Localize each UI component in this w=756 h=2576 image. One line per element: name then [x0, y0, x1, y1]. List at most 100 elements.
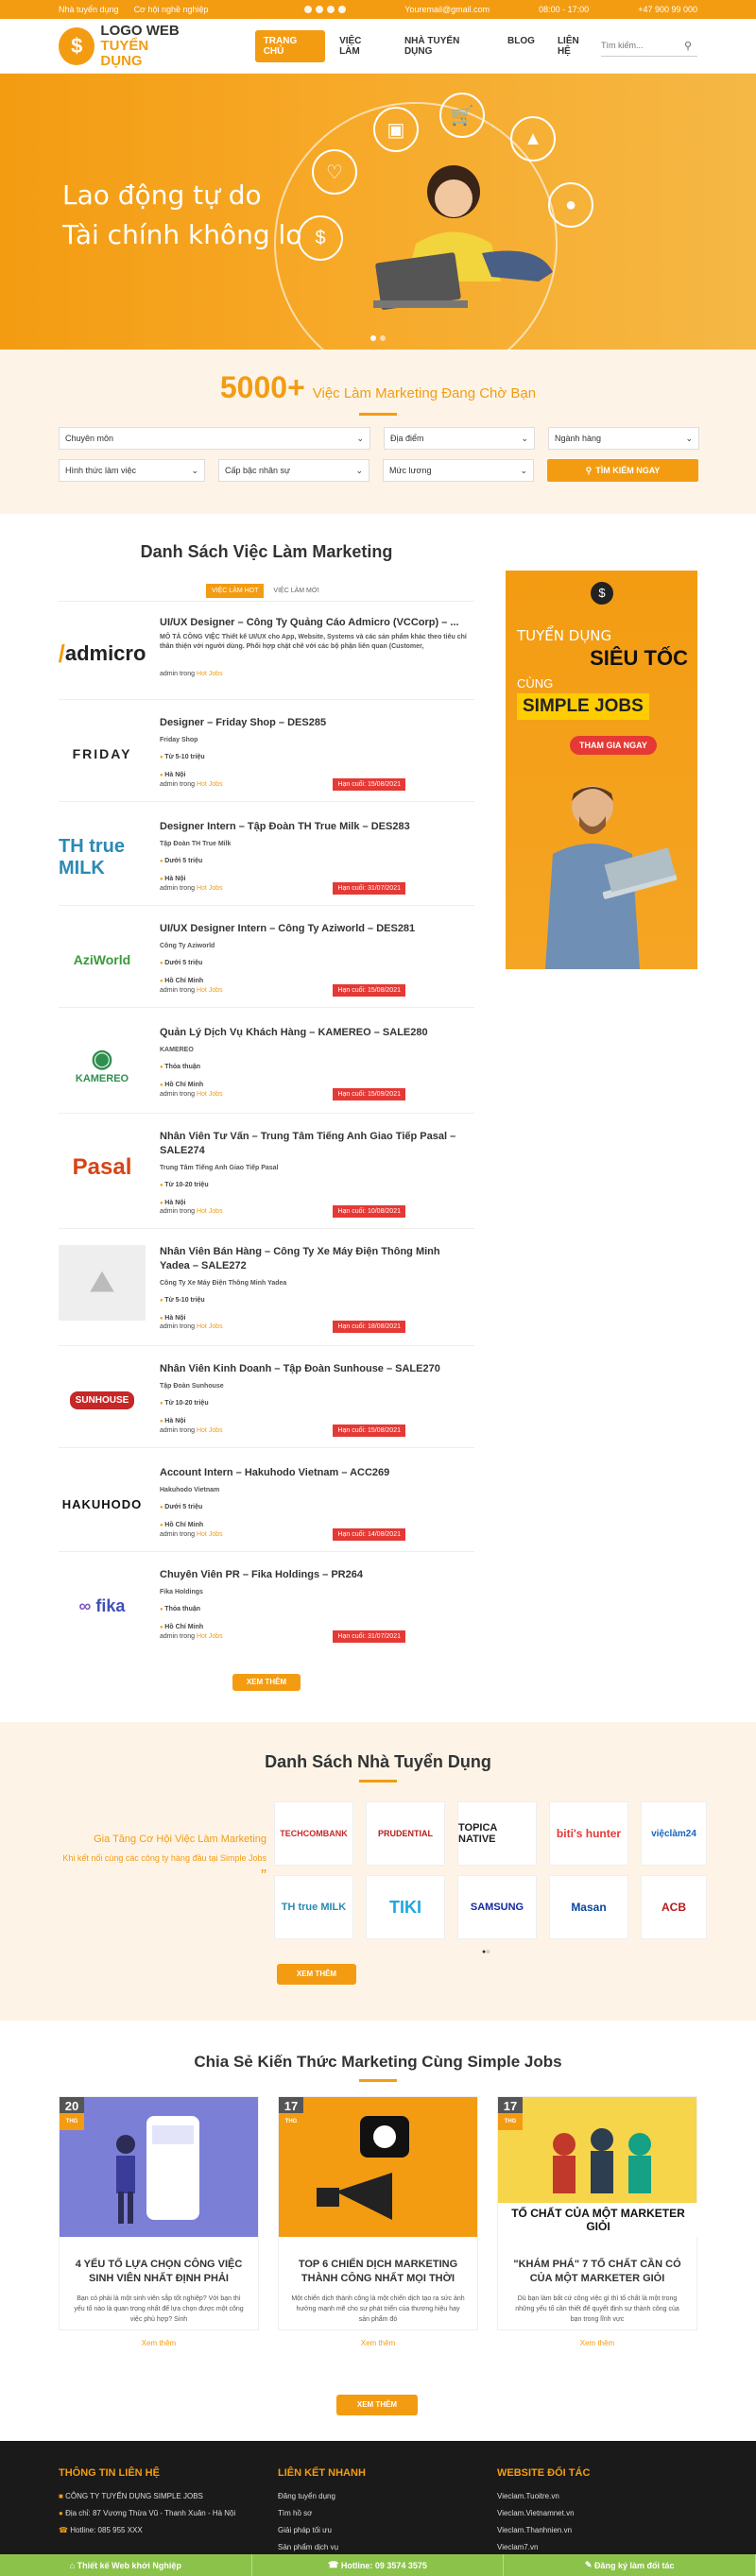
industry-select[interactable]: Ngành hàng ⌄	[548, 427, 699, 450]
job-title[interactable]: Nhân Viên Kinh Doanh – Tập Đoàn Sunhouse…	[160, 1362, 472, 1376]
twitter-icon[interactable]	[327, 6, 335, 13]
employer-logo[interactable]: biti's hunter	[549, 1801, 628, 1866]
employer-logo[interactable]: PRUDENTIAL	[366, 1801, 445, 1866]
read-more-link[interactable]: Xem thêm	[60, 2339, 258, 2347]
nav-contact[interactable]: LIÊN HỆ	[549, 30, 601, 62]
post-title[interactable]: 4 YẾU TỐ LỰA CHỌN CÔNG VIỆC SINH VIÊN NH…	[60, 2237, 258, 2286]
chevron-down-icon: ⌄	[685, 433, 693, 443]
phone-illustration	[116, 2116, 199, 2224]
job-category-link[interactable]: Hot Jobs	[197, 1323, 223, 1330]
footer-link[interactable]: Đăng tuyển dụng	[278, 2492, 476, 2500]
job-title[interactable]: Designer Intern – Tập Đoàn TH True Milk …	[160, 820, 472, 834]
job-item[interactable]: SUNHOUSE Nhân Viên Kinh Doanh – Tập Đoàn…	[59, 1362, 474, 1457]
youtube-icon[interactable]	[338, 6, 347, 13]
employer-logo[interactable]: ACB	[641, 1875, 707, 1939]
job-item[interactable]: HAKUHODO Account Intern – Hakuhodo Vietn…	[59, 1466, 474, 1561]
chevron-down-icon: ⌄	[356, 433, 364, 443]
job-category-link[interactable]: Hot Jobs	[197, 1427, 223, 1434]
employer-logo[interactable]: việclàm24	[641, 1801, 707, 1866]
tab-hot-jobs[interactable]: VIỆC LÀM HOT	[206, 584, 265, 598]
employers-more-button[interactable]: XEM THÊM	[277, 1964, 356, 1985]
web-design-link[interactable]: ⌂ Thiết kế Web khởi Nghiệp	[0, 2554, 252, 2576]
blog-more-button[interactable]: XEM THÊM	[336, 2395, 418, 2415]
employer-logo[interactable]: TH true MILK	[274, 1875, 353, 1939]
footer-link[interactable]: Vieclam.Vietnamnet.vn	[497, 2509, 696, 2517]
job-category-link[interactable]: Hot Jobs	[197, 885, 223, 892]
blog-post-card[interactable]: 17 THG TOP 6 CHIẾN DỊCH MARKETING THÀNH C…	[278, 2096, 478, 2347]
nav-employers[interactable]: NHÀ TUYỂN DỤNG	[396, 30, 493, 62]
nav-blog[interactable]: BLOG	[499, 30, 543, 62]
job-item[interactable]: FRIDAY Designer – Friday Shop – DES285 F…	[59, 716, 474, 810]
location-select[interactable]: Địa điểm ⌄	[384, 427, 535, 450]
topbar-employer-link[interactable]: Nhà tuyển dụng	[59, 5, 119, 14]
recruitment-ad-banner[interactable]: $ TUYỂN DỤNG SIÊU TỐC CÙNG SIMPLE JOBS T…	[506, 571, 697, 969]
search-icon[interactable]: ⚲	[684, 40, 692, 52]
employers-section: Danh Sách Nhà Tuyển Dụng Gia Tăng Cơ Hội…	[0, 1722, 756, 2021]
employer-logo[interactable]: TIKI	[366, 1875, 445, 1939]
facebook-icon[interactable]	[304, 6, 313, 13]
slider-dot[interactable]	[370, 335, 376, 341]
job-title[interactable]: Chuyên Viên PR – Fika Holdings – PR264	[160, 1568, 472, 1582]
carousel-dots[interactable]: ●○	[482, 1949, 490, 1955]
job-item[interactable]: ◉ KAMEREO Quản Lý Dịch Vụ Khách Hàng – KA…	[59, 1026, 474, 1120]
post-title[interactable]: TOP 6 CHIẾN DỊCH MARKETING THÀNH CÔNG NH…	[279, 2237, 477, 2286]
logo-line2: TUYỂN DỤNG	[100, 37, 149, 69]
hero-heading: Lao động tự do Tài chính không lo	[62, 176, 301, 255]
ad-cta-button[interactable]: THAM GIA NGAY	[570, 736, 657, 755]
employer-logo[interactable]: TOPICA NATIVE	[457, 1801, 537, 1866]
topbar-career-link[interactable]: Cơ hội nghề nghiệp	[134, 5, 209, 14]
hotline-link[interactable]: ☎ Hotline: 09 3574 3575	[252, 2554, 505, 2576]
salary-select[interactable]: Mức lương ⌄	[383, 459, 534, 482]
divider	[59, 1113, 474, 1114]
job-title[interactable]: Quản Lý Dịch Vụ Khách Hàng – KAMEREO – S…	[160, 1026, 472, 1040]
read-more-link[interactable]: Xem thêm	[279, 2339, 477, 2347]
level-select[interactable]: Cấp bậc nhân sự ⌄	[218, 459, 369, 482]
read-more-link[interactable]: Xem thêm	[498, 2339, 696, 2347]
job-item[interactable]: Pasal Nhân Viên Tư Vấn – Trung Tâm Tiếng…	[59, 1130, 474, 1224]
job-title[interactable]: Account Intern – Hakuhodo Vietnam – ACC2…	[160, 1466, 472, 1480]
instagram-icon[interactable]	[316, 6, 324, 13]
slider-dot[interactable]	[380, 335, 386, 341]
footer-link[interactable]: Giải pháp tối ưu	[278, 2526, 476, 2534]
employer-logo[interactable]: SAMSUNG	[457, 1875, 537, 1939]
job-title[interactable]: Designer – Friday Shop – DES285	[160, 716, 472, 730]
job-category-link[interactable]: Hot Jobs	[197, 1633, 223, 1640]
job-item[interactable]: TH true MILK Designer Intern – Tập Đoàn …	[59, 820, 474, 914]
footer-link[interactable]: Vieclam7.vn	[497, 2543, 696, 2551]
partner-signup-link[interactable]: ✎ Đăng ký làm đối tác	[504, 2554, 756, 2576]
nav-jobs[interactable]: VIỆC LÀM	[331, 30, 390, 62]
employer-logo[interactable]: Masan	[549, 1875, 628, 1939]
job-item[interactable]: ∞ fika Chuyên Viên PR – Fika Holdings – …	[59, 1568, 474, 1663]
job-item[interactable]: ⛰ Nhân Viên Bán Hàng – Công Ty Xe Máy Đi…	[59, 1245, 474, 1339]
job-category-link[interactable]: Hot Jobs	[197, 1091, 223, 1098]
job-title[interactable]: Nhân Viên Tư Vấn – Trung Tâm Tiếng Anh G…	[160, 1130, 472, 1158]
job-title[interactable]: UI/UX Designer – Công Ty Quảng Cáo Admic…	[160, 616, 472, 630]
blog-post-card[interactable]: 20 THG 4 YẾU TỐ LỰA CHỌN CÔNG VIỆC SINH V…	[59, 2096, 259, 2347]
job-category-link[interactable]: Hot Jobs	[197, 1208, 223, 1215]
specialty-select[interactable]: Chuyên môn ⌄	[59, 427, 370, 450]
post-title[interactable]: "KHÁM PHÁ" 7 TỐ CHẤT CẦN CÓ CỦA MỘT MARK…	[498, 2237, 696, 2286]
jobs-more-button[interactable]: XEM THÊM	[232, 1674, 301, 1691]
job-category-link[interactable]: Hot Jobs	[197, 987, 223, 994]
footer-link[interactable]: Vieclam.Tuoitre.vn	[497, 2492, 696, 2500]
job-title[interactable]: Nhân Viên Bán Hàng – Công Ty Xe Máy Điện…	[160, 1245, 472, 1273]
job-item[interactable]: / admicro UI/UX Designer – Công Ty Quảng …	[59, 616, 474, 710]
blog-post-card[interactable]: TỐ CHẤT CỦA MỘT MARKETER GIỎI 17 THG "KHÁ…	[497, 2096, 698, 2347]
job-category-link[interactable]: Hot Jobs	[197, 1531, 223, 1538]
search-input[interactable]	[601, 41, 684, 50]
footer-link[interactable]: Tìm hồ sơ	[278, 2509, 476, 2517]
footer-link[interactable]: Vieclam.Thanhnien.vn	[497, 2526, 696, 2534]
work-type-select[interactable]: Hình thức làm việc ⌄	[59, 459, 205, 482]
tab-new-jobs[interactable]: VIỆC LÀM MỚI	[267, 584, 324, 598]
job-title[interactable]: UI/UX Designer Intern – Công Ty Aziworld…	[160, 922, 472, 936]
search-now-button[interactable]: ⚲ TÌM KIẾM NGAY	[547, 459, 698, 482]
job-category-link[interactable]: Hot Jobs	[197, 781, 223, 788]
employer-logo[interactable]: TECHCOMBANK	[274, 1801, 353, 1866]
nav-home[interactable]: TRANG CHỦ	[254, 29, 326, 62]
company-logo: HAKUHODO	[61, 1496, 143, 1511]
job-salary: Thỏa thuận	[160, 1060, 472, 1075]
footer-link[interactable]: Sản phẩm dịch vụ	[278, 2543, 476, 2551]
site-logo[interactable]: $ LOGO WEB TUYỂN DỤNG	[59, 23, 191, 69]
job-category-link[interactable]: Hot Jobs	[197, 671, 223, 677]
job-item[interactable]: AziWorld UI/UX Designer Intern – Công Ty…	[59, 922, 474, 1016]
